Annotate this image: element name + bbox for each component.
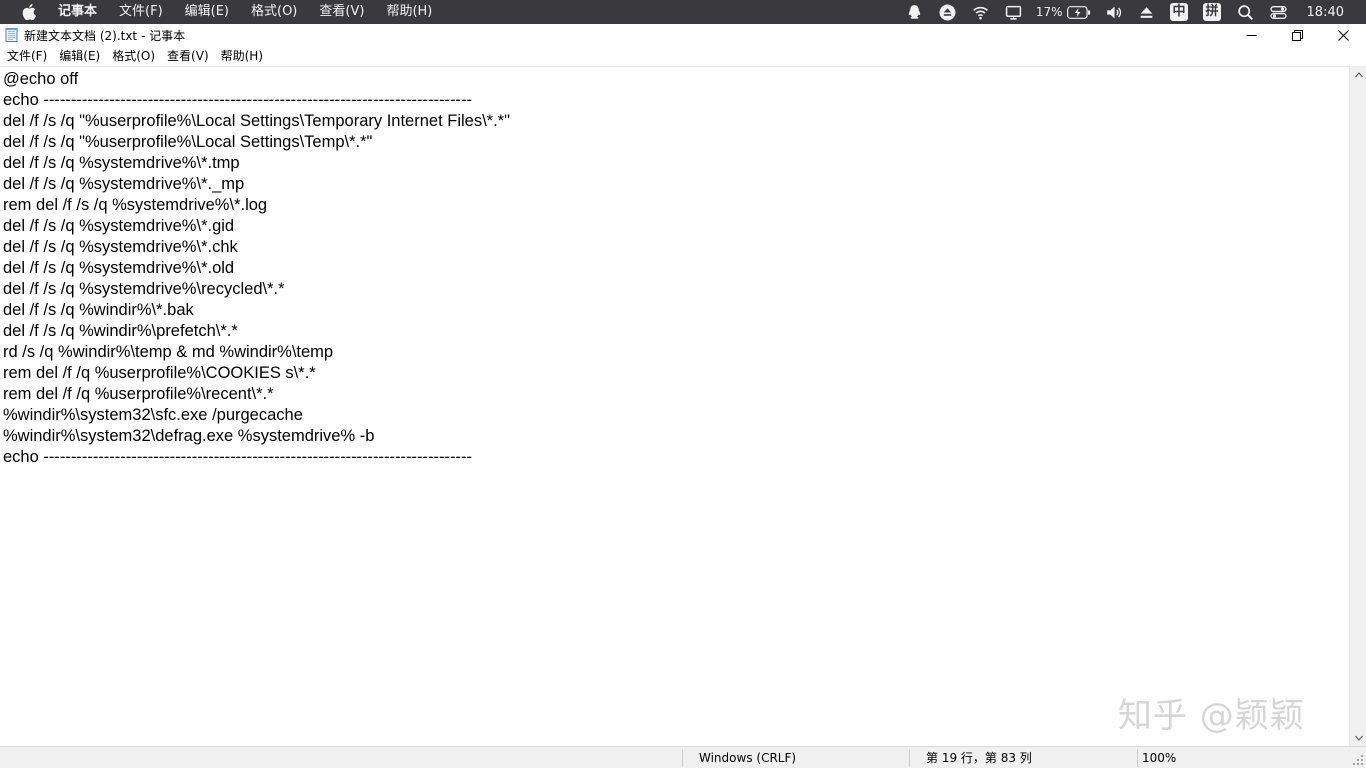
- scroll-down-button[interactable]: [1350, 729, 1366, 746]
- editor-line: del /f /s /q %systemdrive%\*.tmp: [3, 154, 240, 172]
- app-menubar: 文件(F) 编辑(E) 格式(O) 查看(V) 帮助(H): [0, 46, 1366, 66]
- editor-line: del /f /s /q %systemdrive%\*.gid: [3, 217, 235, 235]
- search-icon[interactable]: [1229, 0, 1262, 24]
- editor-line: %windir%\system32\sfc.exe /purgecache: [3, 406, 303, 424]
- menubar-app-name[interactable]: 记事本: [58, 0, 108, 24]
- system-menubar: 记事本 文件(F) 编辑(E) 格式(O) 查看(V) 帮助(H) 17% 中: [0, 0, 1366, 24]
- notepad-app-icon: [5, 28, 18, 42]
- scroll-up-button[interactable]: [1350, 66, 1366, 83]
- minimize-icon: [1246, 34, 1256, 36]
- menubar-help[interactable]: 帮助(H): [375, 0, 443, 24]
- menu-edit[interactable]: 编辑(E): [53, 46, 106, 66]
- watermark: 知乎 @颖颖: [1118, 696, 1305, 736]
- editor-line: @echo off: [3, 70, 79, 88]
- eject-circle-icon[interactable]: [931, 0, 964, 24]
- chevron-up-icon: [1354, 71, 1363, 77]
- menubar-edit[interactable]: 编辑(E): [174, 0, 240, 24]
- status-divider: [1137, 749, 1138, 767]
- editor-line: rd /s /q %windir%\temp & md %windir%\tem…: [3, 343, 334, 361]
- chevron-down-icon: [1354, 735, 1363, 741]
- menubar-view[interactable]: 查看(V): [308, 0, 375, 24]
- editor-line: echo -----------------------------------…: [3, 91, 472, 109]
- eject-icon[interactable]: [1130, 0, 1163, 24]
- editor-lines: @echo off echo -------------------------…: [0, 67, 1349, 468]
- menubar-file[interactable]: 文件(F): [108, 0, 174, 24]
- control-center-icon[interactable]: [1262, 0, 1295, 24]
- apple-menu-icon[interactable]: [0, 0, 58, 24]
- battery-charging-icon: [1066, 5, 1090, 19]
- restore-icon: [1291, 29, 1303, 41]
- menubar-format[interactable]: 格式(O): [240, 0, 308, 24]
- minimize-button[interactable]: [1228, 24, 1274, 46]
- battery-percent: 17%: [1035, 5, 1063, 19]
- editor-line: del /f /s /q %systemdrive%\*.chk: [3, 238, 238, 256]
- restore-button[interactable]: [1274, 24, 1320, 46]
- status-divider: [682, 749, 683, 767]
- editor-line: del /f /s /q "%userprofile%\Local Settin…: [3, 133, 373, 151]
- ime-label: 中: [1170, 3, 1189, 21]
- editor-line: del /f /s /q %systemdrive%\recycled\*.*: [3, 280, 285, 298]
- display-icon[interactable]: [997, 0, 1030, 24]
- close-button[interactable]: [1320, 24, 1366, 46]
- menu-file[interactable]: 文件(F): [1, 46, 53, 66]
- editor-line: del /f /s /q "%userprofile%\Local Settin…: [3, 112, 510, 130]
- menu-format[interactable]: 格式(O): [106, 46, 161, 66]
- menubar-clock[interactable]: 18:40: [1295, 5, 1344, 20]
- wifi-icon[interactable]: [964, 0, 997, 24]
- editor-line: del /f /s /q %windir%\prefetch\*.*: [3, 322, 238, 340]
- editor-line: rem del /f /s /q %systemdrive%\*.log: [3, 196, 268, 214]
- editor-line: del /f /s /q %systemdrive%\*._mp: [3, 175, 245, 193]
- menu-help[interactable]: 帮助(H): [215, 46, 269, 66]
- window-title: 新建文本文档 (2).txt - 记事本: [24, 28, 186, 43]
- status-zoom: 100%: [1142, 751, 1177, 765]
- input-mode-icon[interactable]: 拼: [1196, 0, 1229, 24]
- editor-line: del /f /s /q %windir%\*.bak: [3, 301, 194, 319]
- editor-line: rem del /f /q %userprofile%\recent\*.*: [3, 385, 274, 403]
- volume-icon[interactable]: [1097, 0, 1130, 24]
- status-bar: Windows (CRLF) 第 19 行，第 83 列 100%: [0, 746, 1366, 768]
- menu-view[interactable]: 查看(V): [161, 46, 215, 66]
- editor-line: rem del /f /q %userprofile%\COOKIES s\*.…: [3, 364, 316, 382]
- editor-line: %windir%\system32\defrag.exe %systemdriv…: [3, 427, 375, 445]
- status-cursor-position: 第 19 行，第 83 列: [926, 751, 1032, 765]
- ime-mode-label: 拼: [1203, 3, 1222, 21]
- editor-line: del /f /s /q %systemdrive%\*.old: [3, 259, 235, 277]
- input-method-icon[interactable]: 中: [1163, 0, 1196, 24]
- battery-status[interactable]: 17%: [1030, 5, 1097, 19]
- status-divider: [909, 749, 910, 767]
- close-icon: [1337, 29, 1349, 41]
- qq-icon[interactable]: [898, 0, 931, 24]
- text-editor[interactable]: @echo off echo -------------------------…: [0, 66, 1349, 746]
- resize-grip-icon[interactable]: [1352, 754, 1364, 766]
- vertical-scrollbar[interactable]: [1349, 66, 1366, 746]
- window-titlebar[interactable]: 新建文本文档 (2).txt - 记事本: [0, 24, 1366, 46]
- editor-line: echo -----------------------------------…: [3, 448, 472, 466]
- status-line-ending: Windows (CRLF): [699, 751, 797, 765]
